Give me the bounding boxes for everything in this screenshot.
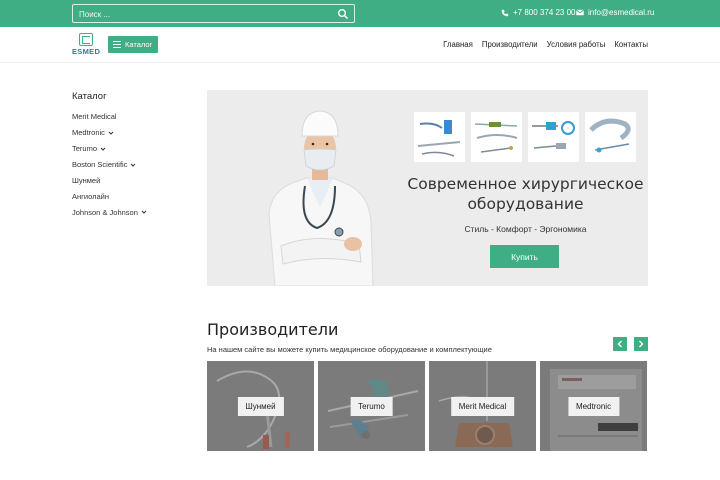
nav-item-contacts[interactable]: Контакты bbox=[614, 40, 648, 49]
banner-title-line: Современное хирургическое bbox=[407, 175, 644, 193]
manufacturer-card-label: Шунмей bbox=[237, 397, 284, 416]
manufacturer-card-label: Merit Medical bbox=[450, 397, 515, 416]
sidebar-item-label: Johnson & Johnson bbox=[72, 207, 138, 217]
mail-icon bbox=[576, 9, 584, 16]
manufacturer-card-merit-medical[interactable]: Merit Medical bbox=[429, 361, 536, 451]
doctor-image bbox=[268, 110, 374, 286]
sidebar-item-label: Terumo bbox=[72, 144, 98, 154]
product-thumbnail bbox=[471, 112, 522, 162]
chevron-down-icon[interactable] bbox=[130, 162, 136, 168]
sidebar-item-label: Ангиолайн bbox=[72, 191, 109, 201]
banner-title: Современное хирургическое оборудование bbox=[392, 174, 648, 214]
sidebar-item-johnson-johnson[interactable]: Johnson & Johnson bbox=[72, 204, 147, 220]
sidebar-item-label: Boston Scientific bbox=[72, 160, 128, 170]
manufacturer-card-label: Terumo bbox=[350, 397, 393, 416]
logo-text: ESMED bbox=[72, 47, 101, 56]
buy-button[interactable]: Купить bbox=[490, 245, 559, 268]
manufacturer-cards: Шунмей Terumo Merit Medical Medtronic bbox=[207, 361, 647, 451]
manufacturer-card-shunmei[interactable]: Шунмей bbox=[207, 361, 314, 451]
chevron-right-icon bbox=[639, 340, 644, 348]
nav-item-manufacturers[interactable]: Производители bbox=[482, 40, 538, 49]
catalog-button[interactable]: Каталог bbox=[108, 36, 158, 53]
manufacturers-title: Производители bbox=[207, 320, 339, 339]
sidebar-item-label: Шунмей bbox=[72, 176, 101, 185]
sidebar-item-merit-medical[interactable]: Merit Medical bbox=[72, 109, 147, 125]
manufacturers-subtitle: На нашем сайте вы можете купить медицинс… bbox=[207, 345, 492, 354]
sidebar-title: Каталог bbox=[72, 91, 107, 102]
sidebar-item-angioline[interactable]: Ангиолайн bbox=[72, 188, 147, 204]
sidebar-item-boston-scientific[interactable]: Boston Scientific bbox=[72, 157, 147, 173]
carousel-next-button[interactable] bbox=[634, 337, 648, 351]
phone-number[interactable]: +7 800 374 23 00 bbox=[513, 8, 576, 17]
banner-subtitle: Стиль - Комфорт - Эргономика bbox=[464, 224, 587, 234]
nav-item-home[interactable]: Главная bbox=[443, 40, 473, 49]
phone-icon bbox=[501, 9, 509, 16]
product-thumbnail bbox=[528, 112, 579, 162]
search-icon[interactable] bbox=[337, 8, 349, 20]
sidebar-item-label: Merit Medical bbox=[72, 112, 117, 122]
logo-mark-icon bbox=[79, 33, 93, 46]
hero-banner: Современное хирургическое оборудование С… bbox=[207, 90, 648, 286]
banner-title-line: оборудование bbox=[467, 195, 584, 213]
carousel-prev-button[interactable] bbox=[613, 337, 627, 351]
email-address[interactable]: info@esmedical.ru bbox=[588, 8, 654, 17]
site-header: ESMED Каталог Главная Производители Усло… bbox=[0, 27, 720, 63]
manufacturer-card-medtronic[interactable]: Medtronic bbox=[540, 361, 647, 451]
email-contact[interactable]: info@esmedical.ru bbox=[576, 8, 654, 17]
product-thumbnail bbox=[414, 112, 465, 162]
chevron-left-icon bbox=[617, 340, 622, 348]
chevron-down-icon[interactable] bbox=[108, 130, 114, 136]
sidebar-item-terumo[interactable]: Terumo bbox=[72, 141, 147, 157]
manufacturer-card-label: Medtronic bbox=[567, 397, 620, 416]
chevron-down-icon[interactable] bbox=[100, 146, 106, 152]
search-box[interactable] bbox=[72, 4, 355, 23]
catalog-button-label: Каталог bbox=[125, 40, 153, 49]
sidebar-item-label: Medtronic bbox=[72, 128, 105, 138]
sidebar-item-shunmei[interactable]: Шунмей bbox=[72, 173, 147, 189]
sidebar-item-medtronic[interactable]: Medtronic bbox=[72, 125, 147, 141]
top-bar: +7 800 374 23 00 info@esmedical.ru bbox=[0, 0, 720, 27]
main-nav: Главная Производители Условия работы Кон… bbox=[443, 40, 648, 49]
phone-contact[interactable]: +7 800 374 23 00 bbox=[501, 8, 576, 17]
menu-icon bbox=[113, 41, 121, 48]
search-input[interactable] bbox=[79, 7, 329, 21]
chevron-down-icon[interactable] bbox=[141, 209, 147, 215]
sidebar-menu: Merit Medical Medtronic Terumo Boston Sc… bbox=[72, 109, 147, 220]
product-thumbnail bbox=[585, 112, 636, 162]
manufacturer-card-terumo[interactable]: Terumo bbox=[318, 361, 425, 451]
logo[interactable]: ESMED bbox=[72, 33, 100, 57]
product-thumbnails bbox=[414, 112, 636, 162]
nav-item-terms[interactable]: Условия работы bbox=[547, 40, 606, 49]
